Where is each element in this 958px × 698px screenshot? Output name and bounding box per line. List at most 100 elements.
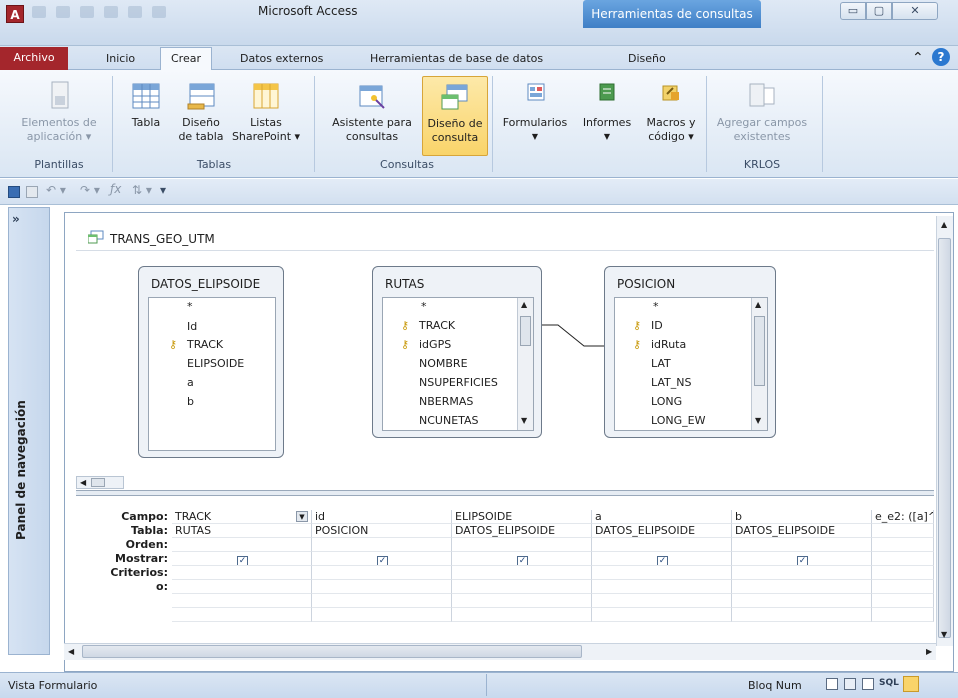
table-rutas[interactable]: RUTAS * ⚷ TRACK ⚷ idGPS NOMBRE NSUPERFIC… bbox=[372, 266, 542, 438]
empty-cell[interactable] bbox=[732, 594, 872, 608]
field-item[interactable]: LONG_EW bbox=[651, 414, 705, 427]
formularios-button[interactable]: Formularios ▼ bbox=[496, 80, 574, 144]
macros-codigo-button[interactable]: Macros y código ▾ bbox=[640, 80, 702, 144]
grid-column[interactable]: e_e2: ([a]^ bbox=[872, 510, 934, 622]
tab-diseno[interactable]: Diseño bbox=[618, 48, 676, 70]
grid-column[interactable]: id POSICION ✓ bbox=[312, 510, 452, 622]
access-app-icon[interactable]: A bbox=[6, 5, 24, 23]
empty-cell[interactable] bbox=[452, 608, 592, 622]
criterios-cell[interactable] bbox=[172, 566, 312, 580]
ribbon-collapse-icon[interactable]: ⌃ bbox=[912, 50, 924, 66]
empty-cell[interactable] bbox=[872, 608, 934, 622]
help-icon[interactable]: ? bbox=[932, 48, 950, 66]
field-list[interactable]: * ⚷ ID ⚷ idRuta LAT LAT_NS LONG LONG_EW … bbox=[614, 297, 768, 431]
empty-cell[interactable] bbox=[172, 608, 312, 622]
campo-cell[interactable]: TRACK ▼ bbox=[172, 510, 312, 524]
tabla-cell[interactable]: DATOS_ELIPSOIDE bbox=[452, 524, 592, 538]
field-item[interactable]: b bbox=[187, 395, 194, 408]
scroll-thumb[interactable] bbox=[754, 316, 765, 386]
minimize-button[interactable]: ▭ bbox=[840, 2, 866, 20]
customize-qat-icon[interactable]: ▾ bbox=[160, 183, 166, 197]
field-item[interactable]: * bbox=[653, 300, 659, 313]
criterios-cell[interactable] bbox=[452, 566, 592, 580]
scroll-up-icon[interactable]: ▲ bbox=[755, 300, 761, 309]
field-item[interactable]: idRuta bbox=[651, 338, 686, 351]
scroll-thumb[interactable] bbox=[520, 316, 531, 346]
campo-cell[interactable]: b bbox=[732, 510, 872, 524]
sql-view-icon[interactable]: SQL bbox=[879, 678, 899, 688]
scroll-left-icon[interactable]: ◀ bbox=[80, 478, 86, 487]
design-area-hscroll[interactable]: ◀ bbox=[76, 476, 124, 489]
o-cell[interactable] bbox=[312, 580, 452, 594]
field-list[interactable]: * ⚷ TRACK ⚷ idGPS NOMBRE NSUPERFICIES NB… bbox=[382, 297, 534, 431]
field-item[interactable]: * bbox=[187, 300, 193, 313]
campo-cell[interactable]: a bbox=[592, 510, 732, 524]
o-cell[interactable] bbox=[172, 580, 312, 594]
tab-herramientas-bd[interactable]: Herramientas de base de datos bbox=[360, 48, 553, 70]
show-checkbox[interactable]: ✓ bbox=[657, 556, 668, 565]
field-item[interactable]: Id bbox=[187, 320, 197, 333]
o-cell[interactable] bbox=[592, 580, 732, 594]
o-cell[interactable] bbox=[732, 580, 872, 594]
empty-cell[interactable] bbox=[312, 608, 452, 622]
field-item[interactable]: LAT_NS bbox=[651, 376, 691, 389]
undo-icon[interactable]: ↶ ▾ bbox=[46, 183, 66, 197]
criterios-cell[interactable] bbox=[592, 566, 732, 580]
scroll-up-icon[interactable]: ▲ bbox=[521, 300, 527, 309]
field-item[interactable]: LAT bbox=[651, 357, 671, 370]
listas-sharepoint-button[interactable]: Listas SharePoint ▾ bbox=[230, 80, 302, 144]
tabla-cell[interactable] bbox=[872, 524, 934, 538]
field-item[interactable]: TRACK bbox=[419, 319, 455, 332]
grid-column[interactable]: b DATOS_ELIPSOIDE ✓ bbox=[732, 510, 872, 622]
pivot-table-icon[interactable] bbox=[844, 678, 856, 690]
show-checkbox[interactable]: ✓ bbox=[237, 556, 248, 565]
dropdown-arrow-icon[interactable]: ▼ bbox=[296, 511, 308, 522]
campo-cell[interactable]: id bbox=[312, 510, 452, 524]
design-view-icon[interactable] bbox=[903, 676, 919, 692]
criterios-cell[interactable] bbox=[872, 566, 934, 580]
tabla-cell[interactable]: RUTAS bbox=[172, 524, 312, 538]
grid-column[interactable]: ELIPSOIDE DATOS_ELIPSOIDE ✓ bbox=[452, 510, 592, 622]
agregar-campos-button[interactable]: Agregar campos existentes bbox=[708, 80, 816, 144]
informes-button[interactable]: Informes ▼ bbox=[574, 80, 640, 144]
pane-splitter[interactable] bbox=[76, 490, 934, 496]
diseno-tabla-button[interactable]: Diseño de tabla bbox=[174, 80, 228, 144]
mostrar-cell[interactable]: ✓ bbox=[452, 552, 592, 566]
campo-cell[interactable]: e_e2: ([a]^ bbox=[872, 510, 934, 524]
pivot-chart-icon[interactable] bbox=[862, 678, 874, 690]
show-checkbox[interactable]: ✓ bbox=[377, 556, 388, 565]
field-list[interactable]: * Id ⚷ TRACK ELIPSOIDE a b bbox=[148, 297, 276, 451]
field-item[interactable]: * bbox=[421, 300, 427, 313]
orden-cell[interactable] bbox=[592, 538, 732, 552]
save-icon[interactable] bbox=[8, 186, 20, 198]
scroll-right-icon[interactable]: ▶ bbox=[926, 647, 932, 656]
show-checkbox[interactable]: ✓ bbox=[797, 556, 808, 565]
field-item[interactable]: a bbox=[187, 376, 194, 389]
view-icon[interactable] bbox=[26, 186, 38, 198]
scroll-down-icon[interactable]: ▼ bbox=[941, 630, 947, 639]
tab-archivo[interactable]: Archivo bbox=[0, 47, 68, 70]
scroll-left-icon[interactable]: ◀ bbox=[68, 647, 74, 656]
empty-cell[interactable] bbox=[172, 594, 312, 608]
table-posicion[interactable]: POSICION * ⚷ ID ⚷ idRuta LAT LAT_NS LONG… bbox=[604, 266, 776, 438]
campo-cell[interactable]: ELIPSOIDE bbox=[452, 510, 592, 524]
nav-pane-toggle-icon[interactable]: » bbox=[12, 212, 20, 226]
tabla-cell[interactable]: DATOS_ELIPSOIDE bbox=[732, 524, 872, 538]
empty-cell[interactable] bbox=[872, 594, 934, 608]
field-item[interactable]: NSUPERFICIES bbox=[419, 376, 498, 389]
empty-cell[interactable] bbox=[592, 608, 732, 622]
maximize-button[interactable]: ▢ bbox=[866, 2, 892, 20]
orden-cell[interactable] bbox=[312, 538, 452, 552]
tabla-cell[interactable]: DATOS_ELIPSOIDE bbox=[592, 524, 732, 538]
orden-cell[interactable] bbox=[872, 538, 934, 552]
empty-cell[interactable] bbox=[592, 594, 732, 608]
tabla-cell[interactable]: POSICION bbox=[312, 524, 452, 538]
asistente-consultas-button[interactable]: Asistente para consultas bbox=[326, 80, 418, 144]
tab-crear[interactable]: Crear bbox=[160, 47, 212, 71]
field-item[interactable]: NOMBRE bbox=[419, 357, 468, 370]
tab-inicio[interactable]: Inicio bbox=[96, 48, 145, 70]
o-cell[interactable] bbox=[452, 580, 592, 594]
field-list-scrollbar[interactable]: ▲ ▼ bbox=[751, 298, 767, 430]
empty-cell[interactable] bbox=[732, 608, 872, 622]
criterios-cell[interactable] bbox=[732, 566, 872, 580]
